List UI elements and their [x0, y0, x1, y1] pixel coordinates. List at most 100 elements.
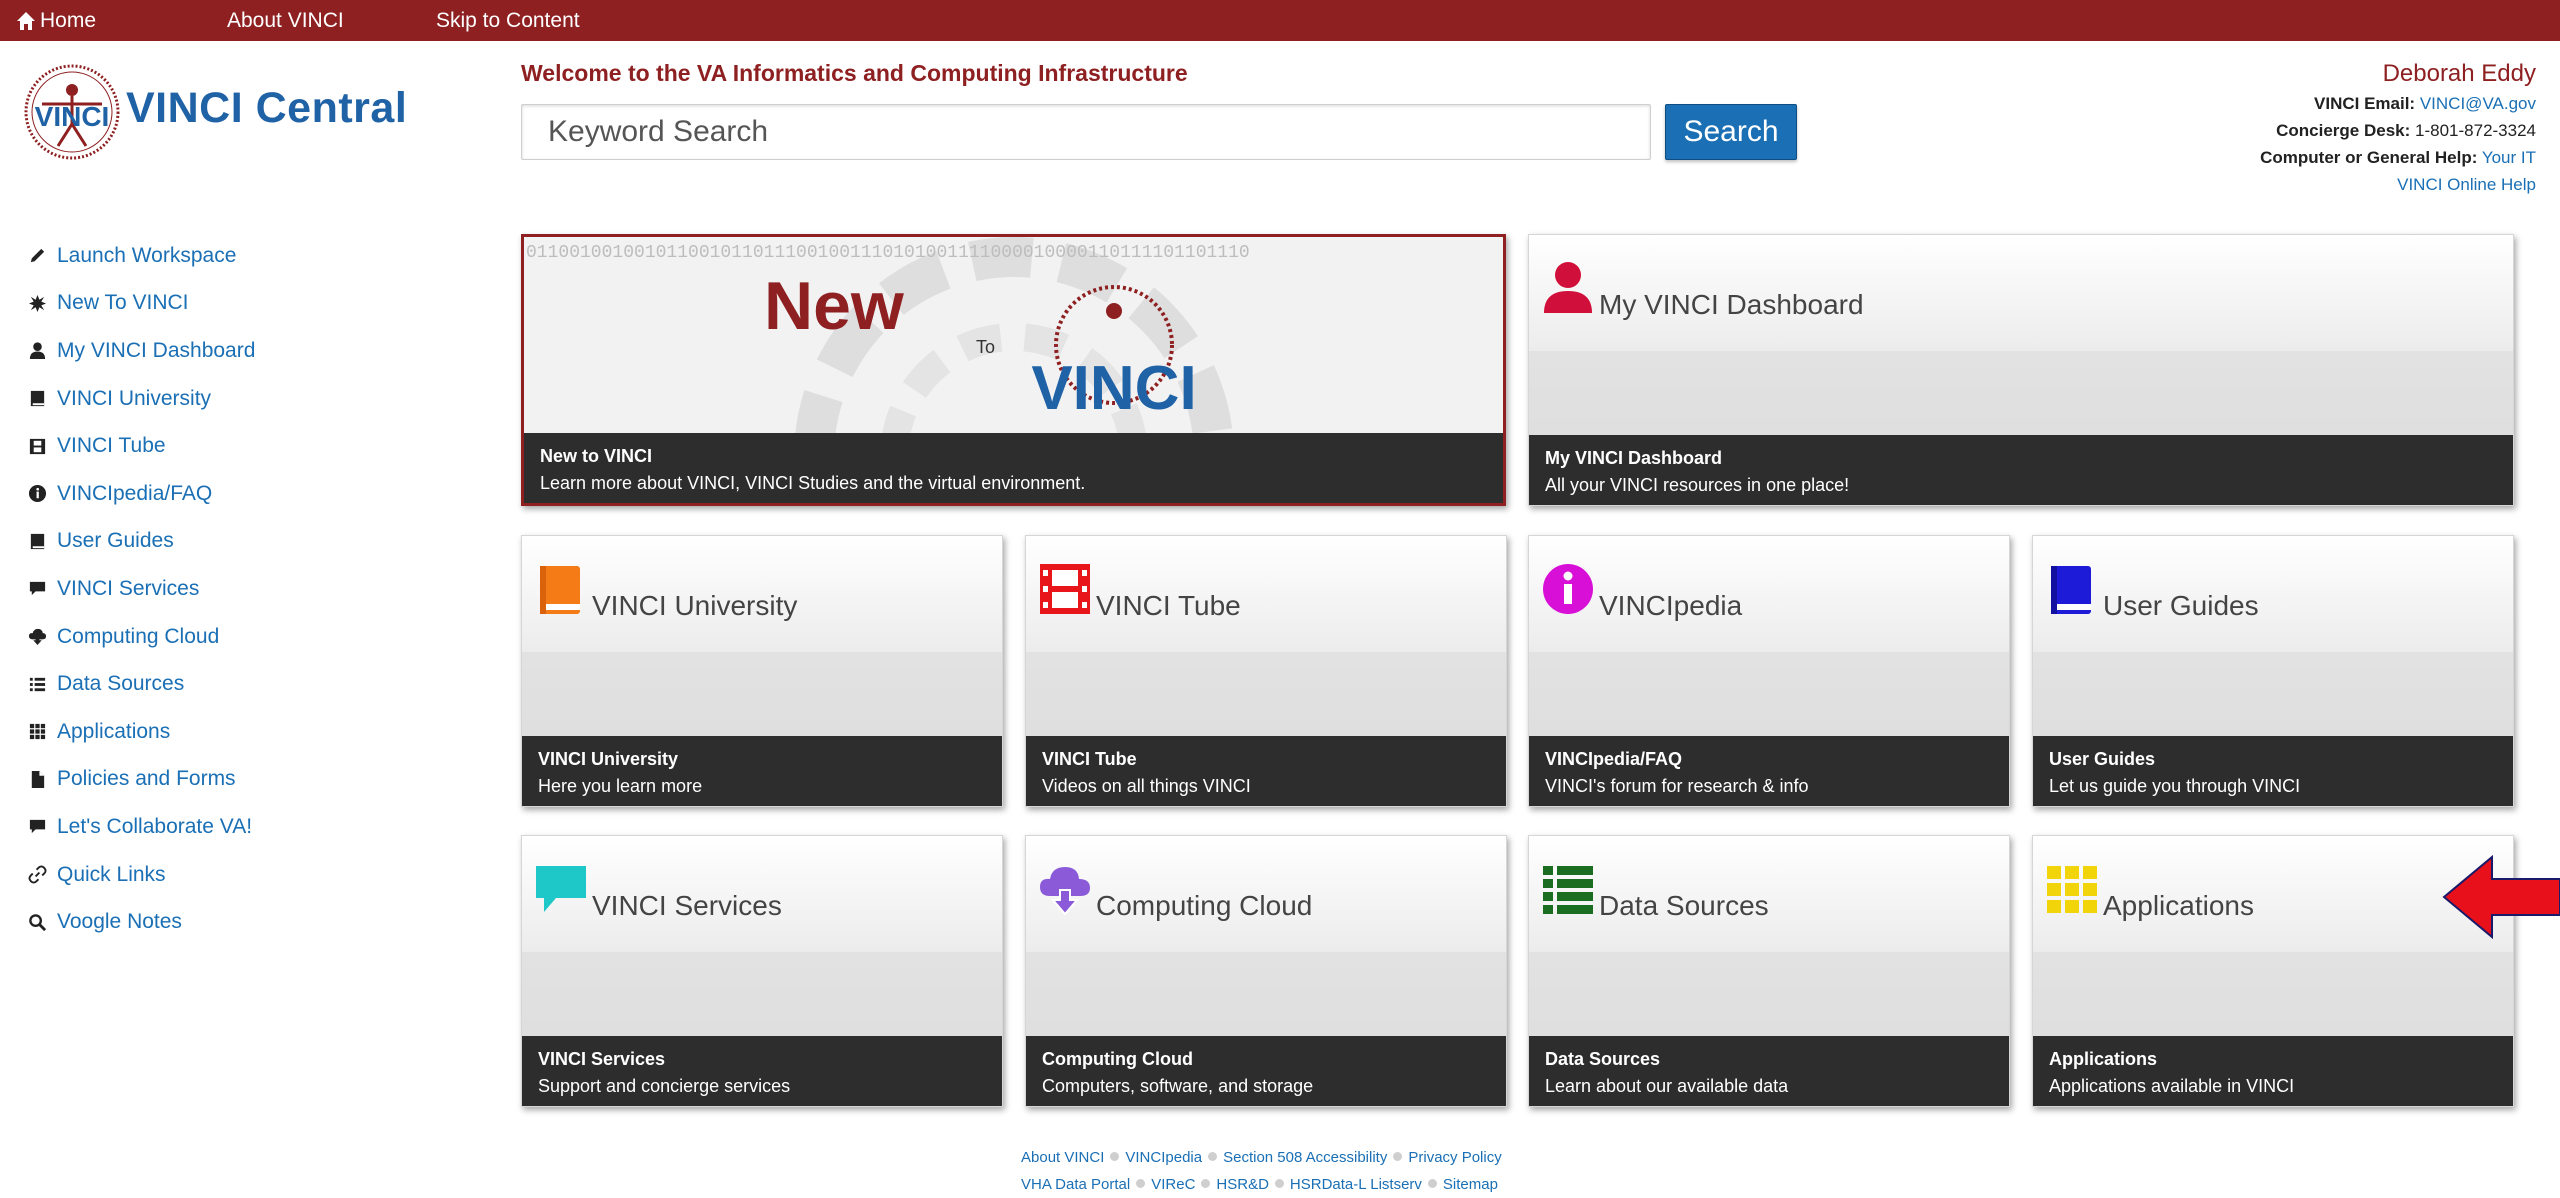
tile-computing-cloud[interactable]: Computing Cloud Computing Cloud Computer… [1025, 835, 1507, 1107]
tile-caption-desc: Support and concierge services [538, 1076, 791, 1096]
footer-link-vha-data-portal[interactable]: VHA Data Portal [1021, 1176, 1130, 1193]
sidebar-item-label: VINCI Services [57, 576, 200, 600]
footer-link-vincipedia[interactable]: VINCIpedia [1125, 1149, 1202, 1166]
book-icon [540, 566, 580, 614]
comment-icon [536, 866, 586, 912]
tile-caption-title: User Guides [2049, 749, 2156, 769]
sidebar-item-collaborate[interactable]: Let's Collaborate VA! [28, 803, 488, 851]
sidebar-item-voogle-notes[interactable]: Voogle Notes [28, 898, 488, 946]
film-icon [29, 438, 46, 454]
nav-about-link[interactable]: About VINCI [227, 9, 344, 33]
tile-my-vinci-dashboard[interactable]: My VINCI Dashboard My VINCI Dashboard Al… [1528, 234, 2514, 506]
tile-title: VINCI Tube [1096, 590, 1241, 621]
tile-caption: VINCI University Here you learn more [522, 736, 1002, 806]
logo-text: VINCI Central [126, 84, 408, 132]
tile-caption: VINCIpedia/FAQ VINCI's forum for researc… [1529, 736, 2009, 806]
book-icon [30, 390, 45, 407]
svg-text:VINCI: VINCI [35, 101, 110, 132]
sidebar-item-label: VINCIpedia/FAQ [57, 481, 213, 505]
vinci-central-logo[interactable]: VINCI VINCI Central [22, 62, 407, 162]
tile-new-to-vinci[interactable]: 0110010010010110010110111001001110101001… [521, 234, 1506, 506]
starburst-icon [28, 294, 47, 312]
grid-icon [29, 724, 46, 740]
sidebar-item-label: My VINCI Dashboard [57, 338, 256, 362]
sidebar-item-label: Data Sources [57, 672, 185, 696]
tile-caption-title: Data Sources [1545, 1049, 1661, 1069]
footer-link-about[interactable]: About VINCI [1021, 1149, 1104, 1166]
online-help-link[interactable]: VINCI Online Help [2397, 175, 2536, 194]
help-label: Computer or General Help: [2260, 148, 2478, 167]
sidebar-item-computing-cloud[interactable]: Computing Cloud [28, 613, 488, 661]
sidebar-item-applications[interactable]: Applications [28, 708, 488, 756]
sidebar-item-new-to-vinci[interactable]: New To VINCI [28, 280, 488, 328]
concierge-phone: 1-801-872-3324 [2415, 121, 2536, 140]
sidebar-item-vinci-tube[interactable]: VINCI Tube [28, 422, 488, 470]
top-nav-bar: Home About VINCI Skip to Content [0, 0, 2560, 41]
footer-link-hsrd[interactable]: HSR&D [1216, 1176, 1269, 1193]
footer-link-sitemap[interactable]: Sitemap [1443, 1176, 1498, 1193]
tile-caption: VINCI Services Support and concierge ser… [522, 1036, 1002, 1106]
sidebar-item-label: Voogle Notes [57, 910, 182, 934]
nav-home-label: Home [40, 9, 97, 32]
footer-link-privacy[interactable]: Privacy Policy [1408, 1149, 1501, 1166]
tile-caption-title: Computing Cloud [1042, 1049, 1193, 1069]
info-icon [28, 485, 47, 503]
tile-title: VINCIpedia [1599, 590, 1743, 621]
sidebar-item-quick-links[interactable]: Quick Links [28, 851, 488, 899]
sidebar-item-label: VINCI Tube [57, 434, 166, 458]
tile-caption-title: VINCI Services [538, 1049, 666, 1069]
footer-link-hsrdata-listserv[interactable]: HSRData-L Listserv [1290, 1176, 1422, 1193]
nav-home-link[interactable]: Home [16, 9, 96, 33]
sidebar-item-data-sources[interactable]: Data Sources [28, 660, 488, 708]
info-icon [1543, 564, 1593, 614]
sidebar-item-label: Applications [57, 719, 171, 743]
tile-vinci-tube[interactable]: VINCI Tube VINCI Tube Videos on all thin… [1025, 535, 1507, 807]
sidebar-item-label: New To VINCI [57, 291, 189, 315]
list-icon [29, 677, 46, 691]
tile-title: VINCI University [592, 590, 798, 621]
tile-title: User Guides [2103, 590, 2259, 621]
sidebar-item-vincipedia[interactable]: VINCIpedia/FAQ [28, 470, 488, 518]
tile-caption-title: New to VINCI [540, 446, 653, 466]
tile-vinci-services[interactable]: VINCI Services VINCI Services Support an… [521, 835, 1003, 1107]
user-icon [29, 342, 46, 360]
tile-caption: Applications Applications available in V… [2033, 1036, 2513, 1106]
welcome-heading: Welcome to the VA Informatics and Comput… [521, 60, 1188, 86]
footer-link-section-508[interactable]: Section 508 Accessibility [1223, 1149, 1387, 1166]
nav-skip-link[interactable]: Skip to Content [436, 9, 580, 33]
sidebar-item-policies-forms[interactable]: Policies and Forms [28, 756, 488, 804]
home-icon [17, 12, 35, 30]
footer-row-1: About VINCI VINCIpedia Section 508 Accessi… [1021, 1144, 1541, 1171]
footer-links: About VINCI VINCIpedia Section 508 Accessi… [1021, 1144, 1541, 1198]
tile-data-sources[interactable]: Data Sources Data Sources Learn about ou… [1528, 835, 2010, 1107]
pencil-icon [30, 249, 45, 263]
footer-link-virec[interactable]: VIReC [1151, 1176, 1195, 1193]
red-arrow-annotation-icon [2442, 855, 2560, 939]
link-icon [28, 865, 47, 884]
tile-caption-desc: Here you learn more [538, 776, 703, 796]
tile-caption-desc: Let us guide you through VINCI [2049, 776, 2301, 796]
sidebar-item-launch-workspace[interactable]: Launch Workspace [28, 232, 488, 280]
sidebar-item-vinci-university[interactable]: VINCI University [28, 375, 488, 423]
grid-icon [2047, 866, 2097, 913]
comment-icon [29, 582, 46, 596]
tile-user-guides[interactable]: User Guides User Guides Let us guide you… [2032, 535, 2514, 807]
sidebar-item-label: Quick Links [57, 862, 166, 886]
tile-vinci-university[interactable]: VINCI University VINCI University Here y… [521, 535, 1003, 807]
vinci-email-link[interactable]: VINCI@VA.gov [2420, 94, 2536, 113]
sidebar-item-vinci-services[interactable]: VINCI Services [28, 565, 488, 613]
sidebar-item-label: Computing Cloud [57, 624, 220, 648]
svg-text:To: To [976, 337, 995, 357]
vinci-emblem-icon: VINCI [24, 64, 120, 160]
sidebar-item-my-dashboard[interactable]: My VINCI Dashboard [28, 327, 488, 375]
tile-caption: Computing Cloud Computers, software, and… [1026, 1036, 1506, 1106]
tile-vincipedia[interactable]: VINCIpedia VINCIpedia/FAQ VINCI's forum … [1528, 535, 2010, 807]
list-icon [1543, 866, 1593, 914]
your-it-link[interactable]: Your IT [2482, 148, 2536, 167]
keyword-search-input[interactable] [521, 104, 1651, 160]
sidebar-item-label: VINCI University [57, 386, 212, 410]
sidebar-item-user-guides[interactable]: User Guides [28, 518, 488, 566]
search-button[interactable]: Search [1665, 104, 1797, 160]
new-to-vinci-banner: 0110010010010110010110111001001110101001… [524, 237, 1503, 437]
email-label: VINCI Email: [2314, 94, 2416, 113]
